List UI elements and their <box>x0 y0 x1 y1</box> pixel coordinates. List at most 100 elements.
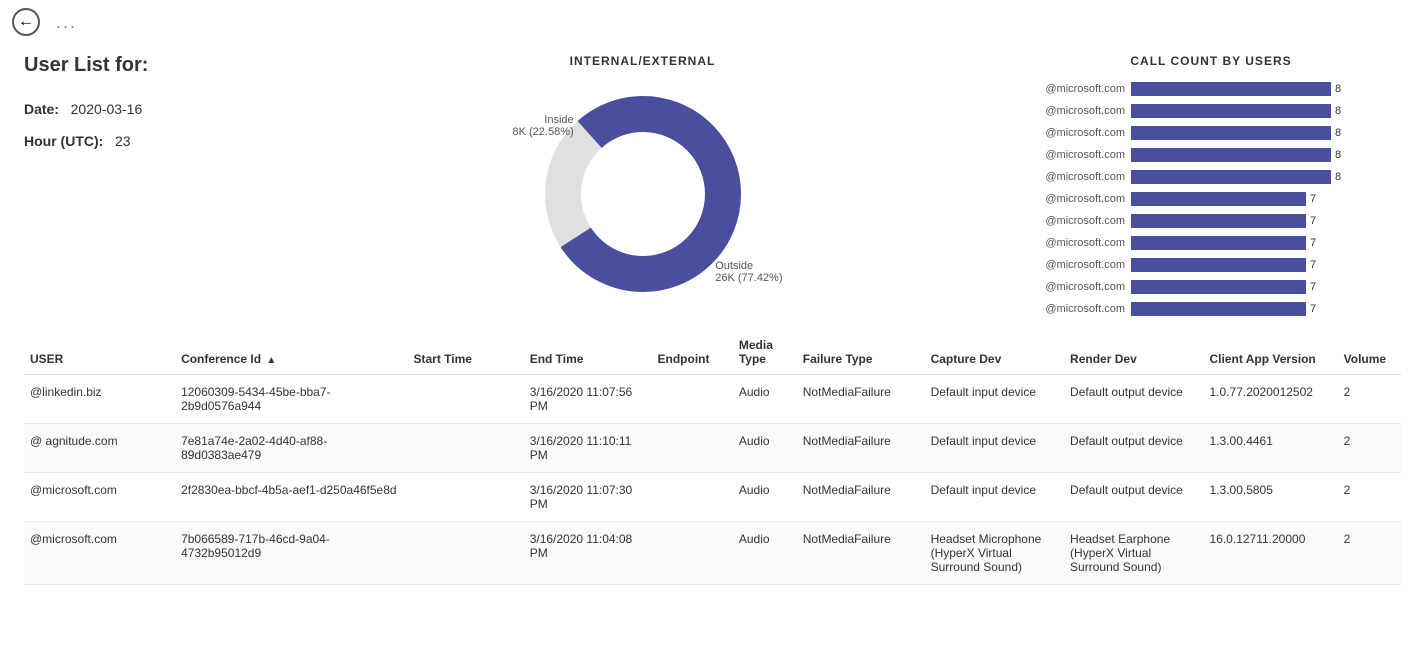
bar-container: 8 <box>1131 170 1401 184</box>
table-cell: Audio <box>733 424 797 473</box>
donut-inside-label: Inside 8K (22.58%) <box>513 114 574 138</box>
date-value: 2020-03-16 <box>71 101 143 117</box>
bar-label: @microsoft.com <box>1021 193 1131 205</box>
table-cell: 7b066589-717b-46cd-9a04-4732b95012d9 <box>175 522 407 585</box>
table-cell: NotMediaFailure <box>797 424 925 473</box>
table-row: @microsoft.com2f2830ea-bbcf-4b5a-aef1-d2… <box>24 473 1401 522</box>
back-button[interactable]: ← <box>12 8 40 36</box>
bar-label: @microsoft.com <box>1021 237 1131 249</box>
bar-chart-row: @microsoft.com 8 <box>1021 80 1401 98</box>
table-row: @linkedin.biz12060309-5434-45be-bba7-2b9… <box>24 375 1401 424</box>
bar-container: 7 <box>1131 236 1401 250</box>
table-cell: 2 <box>1338 375 1401 424</box>
table-cell: 2 <box>1338 424 1401 473</box>
col-header-render-dev: Render Dev <box>1064 330 1203 375</box>
table-cell: 1.3.00.5805 <box>1204 473 1338 522</box>
bar-chart-row: @microsoft.com 7 <box>1021 256 1401 274</box>
bar-chart-row: @microsoft.com8 <box>1021 124 1401 142</box>
table-row: @ agnitude.com7e81a74e-2a02-4d40-af88-89… <box>24 424 1401 473</box>
bar-chart-row: @microsoft.com8 <box>1021 102 1401 120</box>
table-cell: Default output device <box>1064 375 1203 424</box>
table-cell: 2 <box>1338 473 1401 522</box>
bar-container: 7 <box>1131 192 1401 206</box>
table-cell <box>407 375 523 424</box>
table-cell: @linkedin.biz <box>24 375 175 424</box>
bar-label: @microsoft.com <box>1021 83 1131 95</box>
col-header-capture-dev: Capture Dev <box>925 330 1064 375</box>
table-cell: NotMediaFailure <box>797 473 925 522</box>
bar-fill <box>1131 214 1306 228</box>
bar-chart-row: @microsoft.com 7 <box>1021 190 1401 208</box>
table-cell: Headset Earphone (HyperX Virtual Surroun… <box>1064 522 1203 585</box>
table-cell <box>652 375 733 424</box>
bar-value: 8 <box>1335 149 1341 161</box>
table-cell <box>652 424 733 473</box>
table-cell: Default output device <box>1064 473 1203 522</box>
bar-fill <box>1131 302 1306 316</box>
bar-container: 8 <box>1131 126 1401 140</box>
bar-chart-row: @microsoft.com7 <box>1021 212 1401 230</box>
bar-container: 7 <box>1131 214 1401 228</box>
table-cell: 2f2830ea-bbcf-4b5a-aef1-d250a46f5e8d <box>175 473 407 522</box>
bar-chart-row: @microsoft.com 8 <box>1021 146 1401 164</box>
col-header-client-app-version: Client App Version <box>1204 330 1338 375</box>
breadcrumb-ellipsis: ... <box>56 12 77 33</box>
table-cell: Headset Microphone (HyperX Virtual Surro… <box>925 522 1064 585</box>
table-cell: 12060309-5434-45be-bba7-2b9d0576a944 <box>175 375 407 424</box>
bar-fill <box>1131 104 1331 118</box>
table-cell: @microsoft.com <box>24 522 175 585</box>
page-title: User List for: <box>24 54 264 77</box>
hour-label: Hour (UTC): <box>24 133 103 149</box>
table-cell: 1.0.77.2020012502 <box>1204 375 1338 424</box>
col-header-failure-type: Failure Type <box>797 330 925 375</box>
table-cell: Default input device <box>925 375 1064 424</box>
bar-label: @microsoft.com <box>1021 149 1131 161</box>
bar-container: 7 <box>1131 280 1401 294</box>
bar-value: 7 <box>1310 281 1316 293</box>
col-header-start-time: Start Time <box>407 330 523 375</box>
bar-fill <box>1131 192 1306 206</box>
table-section: USER Conference Id ▲ Start Time End Time… <box>0 330 1425 585</box>
bar-chart-row: @microsoft.com7 <box>1021 278 1401 296</box>
bar-fill <box>1131 148 1331 162</box>
table-cell: Audio <box>733 522 797 585</box>
table-cell: NotMediaFailure <box>797 375 925 424</box>
bar-container: 8 <box>1131 148 1401 162</box>
table-cell <box>407 424 523 473</box>
bar-value: 7 <box>1310 259 1316 271</box>
bar-value: 7 <box>1310 193 1316 205</box>
col-header-conference-id[interactable]: Conference Id ▲ <box>175 330 407 375</box>
bar-label: @microsoft.com <box>1021 127 1131 139</box>
bar-fill <box>1131 280 1306 294</box>
table-cell: 3/16/2020 11:07:56 PM <box>524 375 652 424</box>
table-cell: 3/16/2020 11:10:11 PM <box>524 424 652 473</box>
table-cell: NotMediaFailure <box>797 522 925 585</box>
donut-chart-title: INTERNAL/EXTERNAL <box>570 54 716 68</box>
col-header-user: USER <box>24 330 175 375</box>
col-header-endpoint: Endpoint <box>652 330 733 375</box>
back-icon: ← <box>18 13 34 31</box>
table-cell: @ agnitude.com <box>24 424 175 473</box>
bar-label: @microsoft.com <box>1021 259 1131 271</box>
bar-fill <box>1131 82 1331 96</box>
bar-value: 7 <box>1310 237 1316 249</box>
col-header-volume: Volume <box>1338 330 1401 375</box>
table-cell: 2 <box>1338 522 1401 585</box>
col-header-end-time: End Time <box>524 330 652 375</box>
col-header-media-type: Media Type <box>733 330 797 375</box>
bar-label: @microsoft.com <box>1021 303 1131 315</box>
bar-chart-row: @microsoft.com 7 <box>1021 234 1401 252</box>
bar-fill <box>1131 126 1331 140</box>
table-cell: Default input device <box>925 424 1064 473</box>
table-cell: 3/16/2020 11:07:30 PM <box>524 473 652 522</box>
date-label: Date: <box>24 101 59 117</box>
table-cell: 16.0.12711.20000 <box>1204 522 1338 585</box>
donut-chart: Inside 8K (22.58%) Outside 26K (77.42%) <box>533 84 753 304</box>
bar-fill <box>1131 258 1306 272</box>
bar-chart-scroll[interactable]: @microsoft.com8@microsoft.com8@microsoft… <box>1021 80 1401 320</box>
bar-value: 8 <box>1335 83 1341 95</box>
bar-chart-row: @microsoft.com8 <box>1021 168 1401 186</box>
bar-container: 8 <box>1131 82 1401 96</box>
bar-label: @microsoft.com <box>1021 171 1131 183</box>
table-cell: 3/16/2020 11:04:08 PM <box>524 522 652 585</box>
